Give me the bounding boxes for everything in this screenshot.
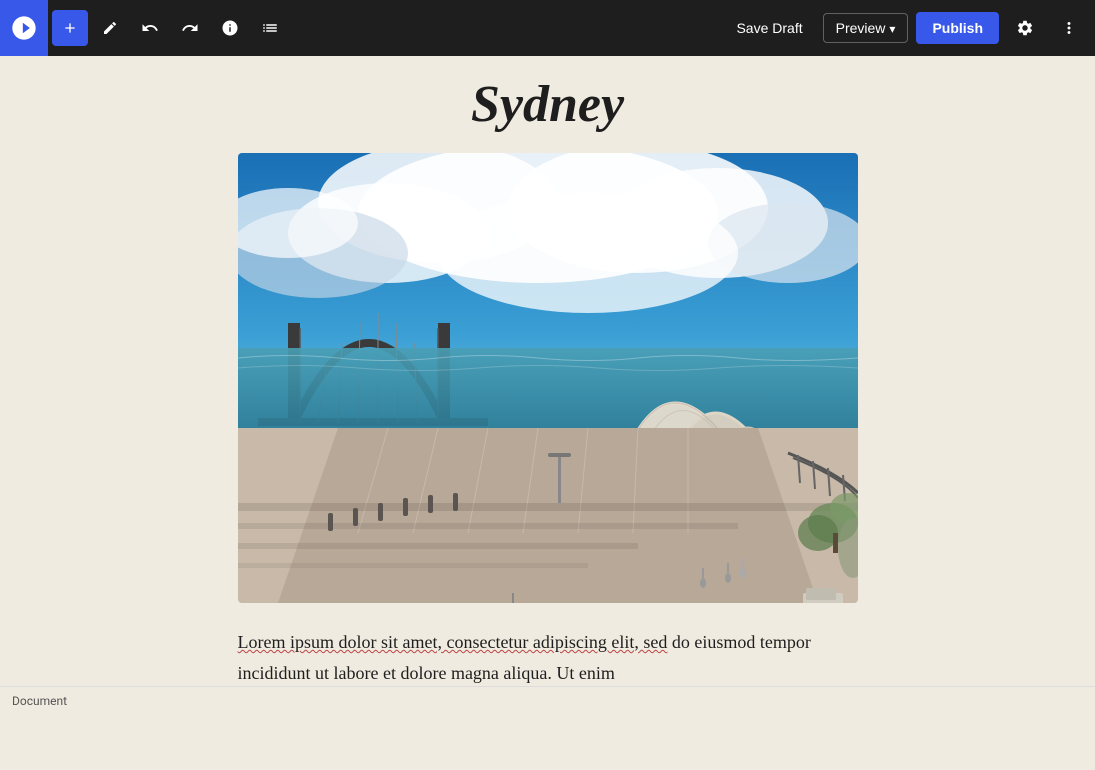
preview-chevron-icon (889, 20, 895, 36)
redo-button[interactable] (172, 10, 208, 46)
list-view-icon (261, 19, 279, 37)
gear-icon (1016, 19, 1034, 37)
preview-label: Preview (836, 20, 886, 36)
post-title[interactable]: Sydney (238, 76, 858, 133)
add-block-button[interactable] (52, 10, 88, 46)
sydney-image (238, 153, 858, 603)
editor-area: Sydney (238, 76, 858, 696)
toolbar-right: Save Draft Preview Publish (724, 10, 1087, 46)
editor-content: Sydney (0, 56, 1095, 696)
list-view-button[interactable] (252, 10, 288, 46)
undo-icon (141, 19, 159, 37)
preview-button[interactable]: Preview (823, 13, 909, 43)
more-options-button[interactable] (1051, 10, 1087, 46)
save-draft-button[interactable]: Save Draft (724, 14, 814, 42)
undo-button[interactable] (132, 10, 168, 46)
document-label: Document (12, 694, 67, 708)
plus-icon (62, 20, 78, 36)
more-options-icon (1060, 19, 1078, 37)
info-icon (221, 19, 239, 37)
edit-tool-button[interactable] (92, 10, 128, 46)
wordpress-icon (10, 14, 38, 42)
featured-image[interactable] (238, 153, 858, 603)
publish-button[interactable]: Publish (916, 12, 999, 44)
settings-button[interactable] (1007, 10, 1043, 46)
info-button[interactable] (212, 10, 248, 46)
toolbar: Save Draft Preview Publish (0, 0, 1095, 56)
status-bar: Document (0, 686, 1095, 714)
pen-icon (102, 20, 118, 36)
body-paragraph-1: Lorem ipsum dolor sit amet, consectetur … (238, 627, 858, 688)
lorem-text: Lorem ipsum dolor sit amet, consectetur … (238, 632, 668, 652)
wp-logo[interactable] (0, 0, 48, 56)
post-body[interactable]: Lorem ipsum dolor sit amet, consectetur … (238, 627, 858, 688)
redo-icon (181, 19, 199, 37)
